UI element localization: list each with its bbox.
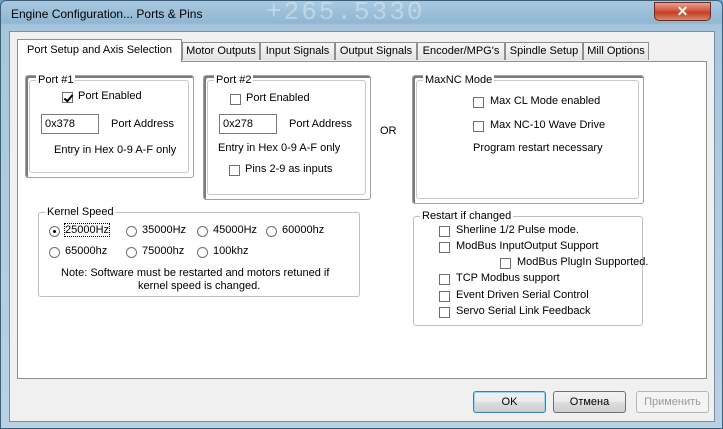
maxnc-restart-note: Program restart necessary (473, 142, 603, 154)
modbus-plugin-label: ModBus PlugIn Supported. (517, 256, 649, 268)
tab-motor-outputs[interactable]: Motor Outputs (182, 42, 260, 60)
close-icon: ✕ (676, 3, 689, 19)
port1-group: Port #1 Port Enabled 0x378 Port Address … (25, 74, 194, 178)
modbus-io-label: ModBus InputOutput Support (456, 240, 599, 252)
kernel-note-line2: kernel speed is changed. (138, 280, 261, 292)
sherline-pulse-label: Sherline 1/2 Pulse mode. (456, 224, 579, 236)
port2-enabled-checkbox[interactable] (230, 94, 241, 105)
kernel-45000hz-radio[interactable] (197, 226, 208, 237)
kernel-100khz-label: 100khz (213, 245, 249, 257)
apply-button[interactable]: Применить (636, 391, 709, 413)
modbus-plugin-checkbox[interactable] (500, 258, 511, 269)
kernel-65000hz-label: 65000hz (65, 245, 108, 257)
cancel-button[interactable]: Отмена (553, 391, 626, 413)
maxnc-group: MaxNC Mode Max CL Mode enabled Max NC-10… (412, 74, 644, 204)
servo-serial-label: Servo Serial Link Feedback (456, 305, 591, 317)
tcp-modbus-label: TCP Modbus support (456, 272, 560, 284)
kernel-75000hz-radio[interactable] (126, 247, 137, 258)
port2-frame: Port #2 Port Enabled 0x278 Port Address … (207, 74, 366, 195)
port1-frame: Port #1 Port Enabled 0x378 Port Address … (29, 74, 189, 173)
kernel-speed-legend: Kernel Speed (45, 206, 116, 218)
kernel-note-line1: Note: Software must be restarted and mot… (61, 267, 330, 279)
restart-group: Restart if changed Sherline 1/2 Pulse mo… (413, 210, 648, 326)
kernel-100khz-radio[interactable] (197, 247, 208, 258)
ok-button[interactable]: OK (473, 391, 546, 413)
pins-as-inputs-checkbox[interactable] (229, 165, 240, 176)
port1-address-input[interactable]: 0x378 (41, 114, 99, 134)
event-serial-checkbox[interactable] (439, 291, 450, 302)
kernel-35000hz-radio[interactable] (126, 226, 137, 237)
port2-legend: Port #2 (214, 74, 254, 86)
kernel-60000hz-radio[interactable] (266, 226, 277, 237)
port1-address-label: Port Address (111, 118, 174, 130)
kernel-65000hz-radio[interactable] (49, 247, 60, 258)
background-ghost-text: +265.5330 (266, 0, 425, 27)
kernel-25000hz-radio[interactable] (49, 226, 60, 237)
port1-enabled-checkbox[interactable] (62, 92, 73, 103)
pins-as-inputs-label: Pins 2-9 as inputs (245, 163, 333, 175)
kernel-25000hz-label: 25000Hz (63, 223, 111, 237)
kernel-35000hz-label: 35000Hz (142, 224, 187, 236)
maxnc-legend: MaxNC Mode (423, 74, 495, 86)
or-label: OR (380, 125, 397, 137)
port1-legend: Port #1 (36, 74, 76, 86)
port2-address-label: Port Address (289, 118, 352, 130)
dialog-client-area: Port Setup and Axis Selection Motor Outp… (9, 31, 715, 422)
max-nc10-wave-label: Max NC-10 Wave Drive (490, 119, 606, 131)
max-cl-mode-label: Max CL Mode enabled (490, 95, 601, 107)
tab-mill-options[interactable]: Mill Options (583, 42, 649, 60)
restart-legend: Restart if changed (420, 210, 514, 222)
kernel-speed-group: Kernel Speed 25000Hz 35000Hz 45000Hz 600… (38, 206, 360, 297)
event-serial-label: Event Driven Serial Control (456, 289, 589, 301)
tab-spindle-setup[interactable]: Spindle Setup (505, 42, 583, 60)
port2-enabled-label: Port Enabled (246, 92, 310, 104)
port1-enabled-label: Port Enabled (78, 90, 142, 102)
tab-encoder-mpg[interactable]: Encoder/MPG's (417, 42, 505, 60)
tab-output-signals[interactable]: Output Signals (335, 42, 417, 60)
port2-group: Port #2 Port Enabled 0x278 Port Address … (203, 74, 371, 200)
window-title: Engine Configuration... Ports & Pins (11, 7, 203, 21)
tcp-modbus-checkbox[interactable] (439, 274, 450, 285)
port2-hint: Entry in Hex 0-9 A-F only (218, 142, 341, 154)
engine-config-window: +265.5330 Engine Configuration... Ports … (0, 0, 723, 429)
max-cl-mode-checkbox[interactable] (473, 97, 484, 108)
kernel-75000hz-label: 75000hz (142, 245, 185, 257)
port-setup-panel: Port #1 Port Enabled 0x378 Port Address … (17, 61, 707, 379)
max-nc10-wave-checkbox[interactable] (473, 121, 484, 132)
kernel-45000hz-label: 45000Hz (213, 224, 258, 236)
kernel-60000hz-label: 60000hz (282, 224, 325, 236)
close-button[interactable]: ✕ (654, 2, 711, 21)
maxnc-frame: MaxNC Mode Max CL Mode enabled Max NC-10… (416, 74, 639, 199)
tab-input-signals[interactable]: Input Signals (260, 42, 335, 60)
servo-serial-checkbox[interactable] (439, 307, 450, 318)
port1-hint: Entry in Hex 0-9 A-F only (54, 144, 177, 156)
sherline-pulse-checkbox[interactable] (439, 226, 450, 237)
port2-address-input[interactable]: 0x278 (219, 114, 277, 134)
tab-port-setup[interactable]: Port Setup and Axis Selection (17, 39, 182, 62)
modbus-io-checkbox[interactable] (439, 242, 450, 253)
title-bar[interactable]: +265.5330 Engine Configuration... Ports … (1, 0, 722, 27)
